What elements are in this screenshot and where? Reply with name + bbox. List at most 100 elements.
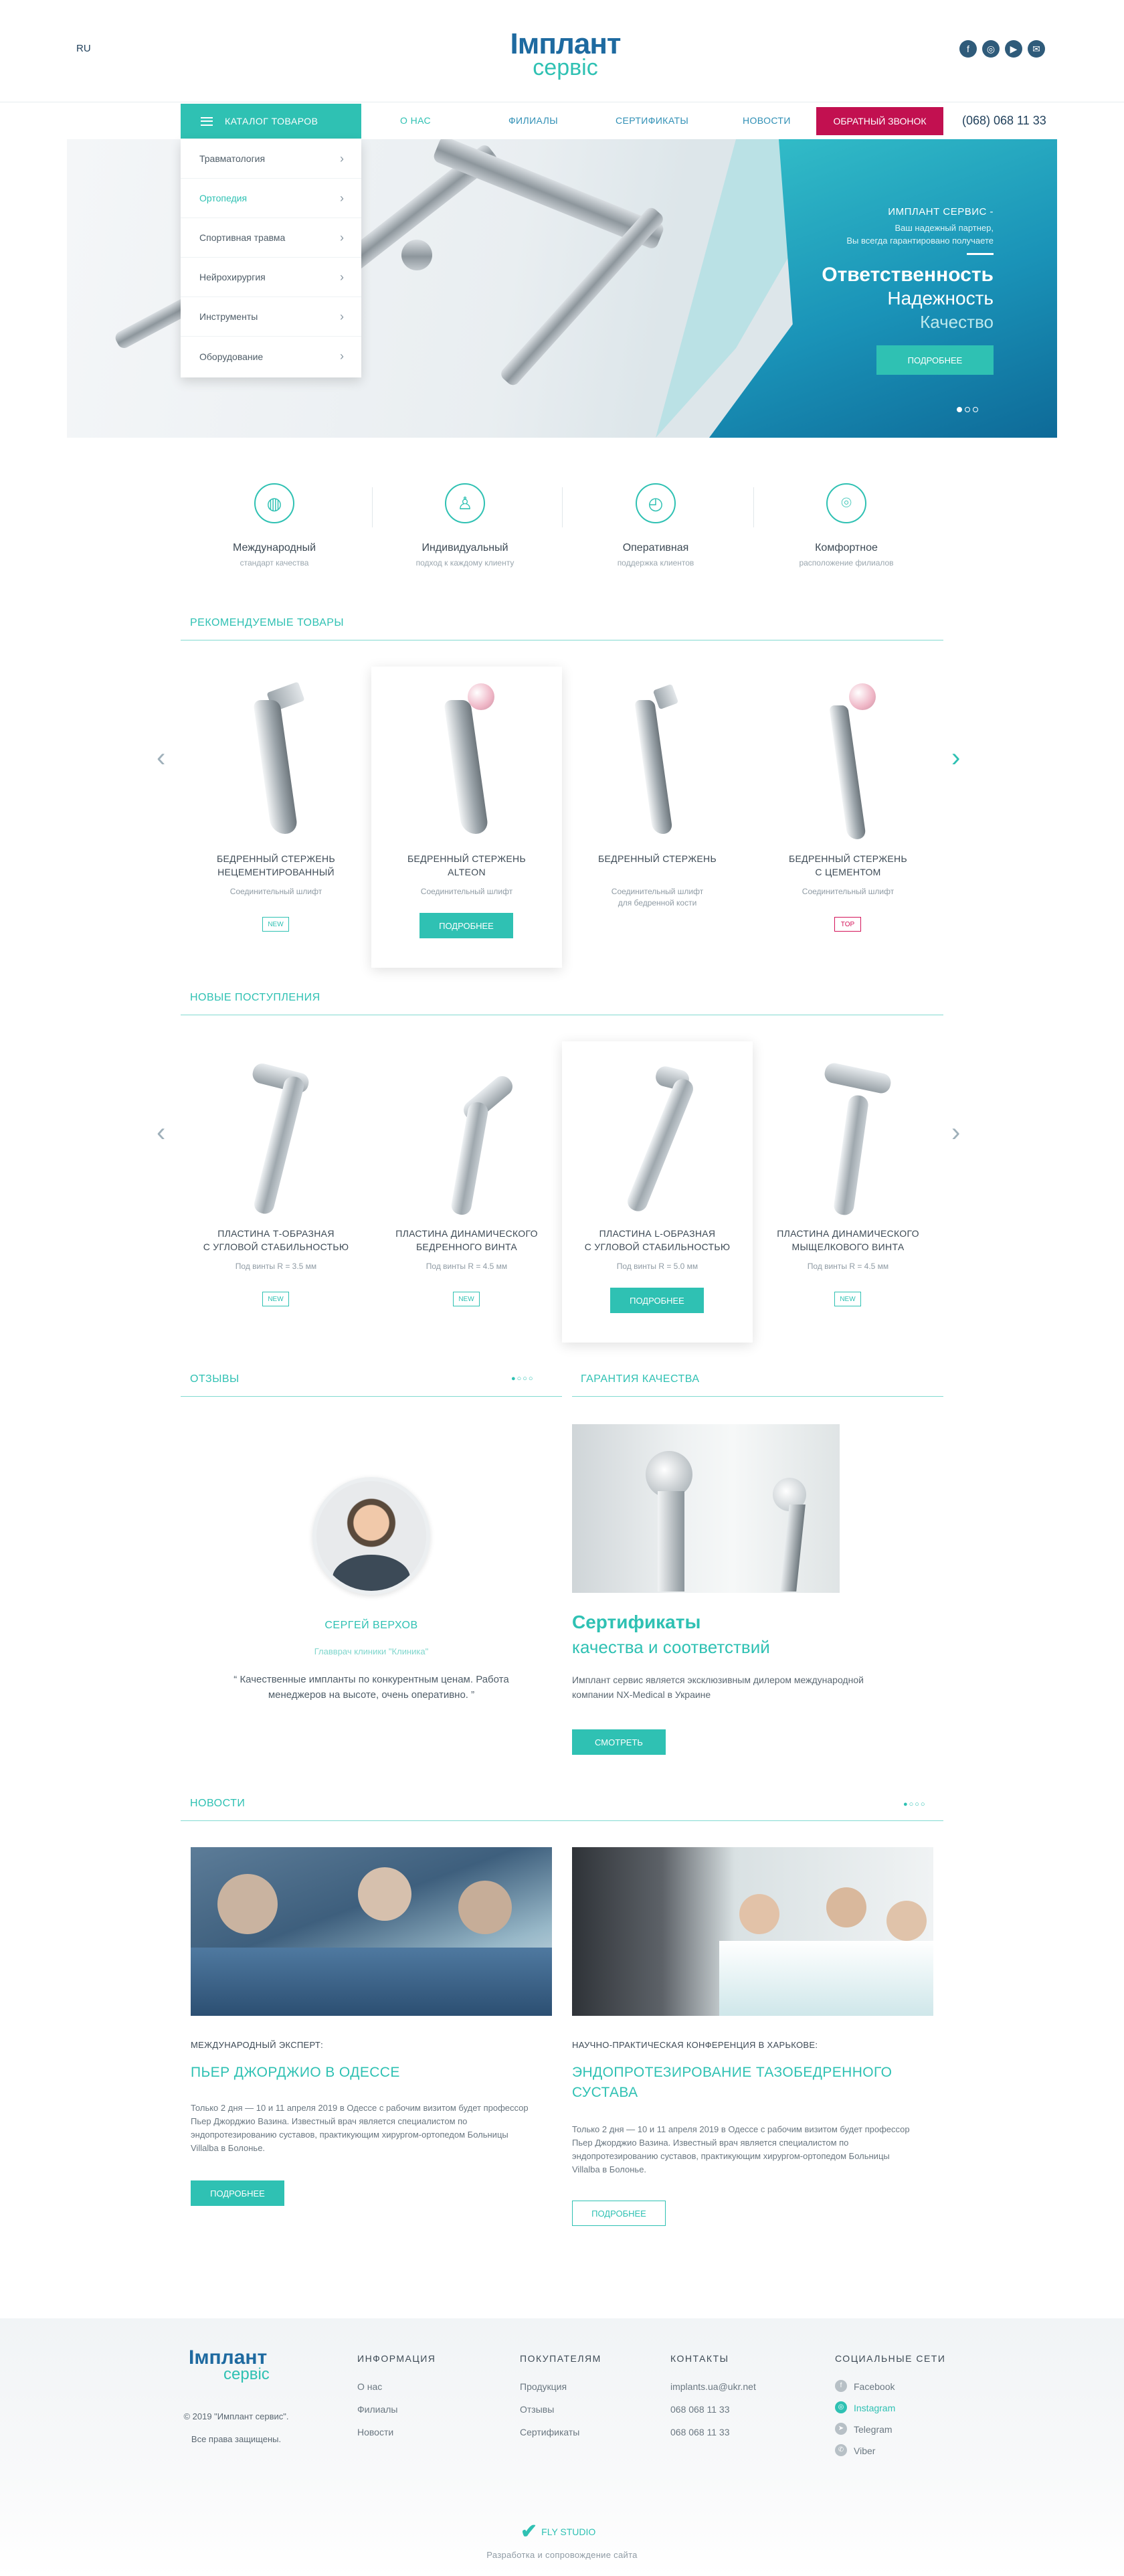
footer-phone[interactable]: 068 068 11 33 [670,2404,730,2415]
feature-subtitle: подход к каждому клиенту [415,558,514,568]
product-name-line1: ПЛАСТИНА Т-ОБРАЗНАЯ [217,1228,335,1239]
footer-social-viber[interactable]: Viber [854,2445,875,2456]
carousel-next-arrow[interactable]: › [951,743,960,773]
email-icon[interactable]: ✉ [1028,40,1045,58]
product-image [433,1061,517,1217]
youtube-icon[interactable]: ▶ [1005,40,1022,58]
catalog-item-traumatology[interactable]: Травматология › [181,139,361,179]
language-switch[interactable]: RU [76,43,91,54]
catalog-item-label: Инструменты [199,311,258,322]
nav-branches[interactable]: ФИЛИАЛЫ [508,115,558,126]
product-card[interactable]: ПЛАСТИНА ДИНАМИЧЕСКОГО БЕДРЕННОГО ВИНТА П… [371,1041,562,1343]
product-card[interactable]: БЕДРЕННЫЙ СТЕРЖЕНЬ НЕЦЕМЕНТИРОВАННЫЙ Соед… [181,667,371,968]
product-more-button[interactable]: ПОДРОБНЕЕ [419,913,513,938]
product-card[interactable]: БЕДРЕННЫЙ СТЕРЖЕНЬ С ЦЕМЕНТОМ Соединитель… [753,667,943,968]
product-card[interactable]: ПЛАСТИНА ДИНАМИЧЕСКОГО МЫЩЕЛКОВОГО ВИНТА … [753,1041,943,1343]
footer-social-instagram[interactable]: Instagram [854,2403,895,2413]
news-pager[interactable]: ●○○○ [903,1800,927,1808]
guarantee-title: ГАРАНТИЯ КАЧЕСТВА [581,1373,700,1385]
product-image [814,683,881,841]
view-certificates-button[interactable]: СМОТРЕТЬ [572,1729,666,1755]
slider-dot-active[interactable] [957,407,962,412]
news-headline[interactable]: ЭНДОПРОТЕЗИРОВАНИЕ ТАЗОБЕДРЕННОГО СУСТАВ… [572,2063,920,2103]
footer-link-about[interactable]: О нас [357,2381,382,2392]
catalog-label: КАТАЛОГ ТОВАРОВ [225,116,318,126]
catalog-item-sport-injury[interactable]: Спортивная травма › [181,218,361,258]
catalog-item-label: Нейрохирургия [199,272,266,282]
new-badge: NEW [453,1292,480,1306]
product-name: ПЛАСТИНА ДИНАМИЧЕСКОГО БЕДРЕННОГО ВИНТА [371,1227,562,1254]
product-image [814,1061,893,1217]
feature-location: ⌾ Комфортное расположение филиалов [753,483,940,568]
footer-link-reviews[interactable]: Отзывы [520,2404,554,2415]
footer-link-products[interactable]: Продукция [520,2381,567,2392]
footer-email[interactable]: implants.ua@ukr.net [670,2381,756,2392]
catalog-item-orthopedics[interactable]: Ортопедия › [181,179,361,218]
facebook-icon[interactable]: f [959,40,977,58]
user-icon: ♙ [445,483,485,523]
hero-more-button[interactable]: ПОДРОБНЕЕ [876,345,994,375]
footer-social-telegram[interactable]: Telegram [854,2424,893,2435]
logo[interactable]: Імплант сервіс [508,29,622,80]
new-badge: NEW [262,1292,289,1306]
footer-phone[interactable]: 068 068 11 33 [670,2427,730,2437]
chevron-right-icon: › [340,349,344,363]
hero-subtitle-line2: Вы всегда гарантировано получаете [846,235,994,246]
certificates-heading: Сертификаты [572,1612,701,1632]
product-subtitle: Под винты R = 5.0 мм [616,1262,698,1271]
product-name: БЕДРЕННЫЙ СТЕРЖЕНЬ ALTEON [371,853,562,879]
reviews-pager[interactable]: ●○○○ [511,1375,535,1383]
catalog-item-equipment[interactable]: Оборудование › [181,337,361,376]
hero-heading: Ответственность [822,264,994,286]
product-more-button[interactable]: ПОДРОБНЕЕ [610,1288,704,1313]
news-image-conference[interactable] [572,1847,933,2016]
product-name-line1: БЕДРЕННЫЙ СТЕРЖЕНЬ [789,853,907,864]
slider-dot[interactable] [973,407,978,412]
carousel-prev-arrow[interactable]: ‹ [157,1118,165,1148]
instagram-icon[interactable]: ◎ [982,40,1000,58]
hero-divider [967,253,994,255]
product-subtitle-line2: для бедренной кости [618,897,697,908]
catalog-item-tools[interactable]: Инструменты › [181,297,361,337]
news-image-surgery[interactable] [191,1847,552,2016]
catalog-item-label: Ортопедия [199,193,248,203]
footer-link-certificates[interactable]: Сертификаты [520,2427,579,2437]
catalog-item-neurosurgery[interactable]: Нейрохирургия › [181,258,361,297]
callback-button[interactable]: ОБРАТНЫЙ ЗВОНОК [816,107,943,135]
footer-logo[interactable]: Імплант сервіс [189,2348,270,2383]
arrivals-title: НОВЫЕ ПОСТУПЛЕНИЯ [190,992,320,1003]
product-card[interactable]: ПЛАСТИНА Т-ОБРАЗНАЯ С УГЛОВОЙ СТАБИЛЬНОСТ… [181,1041,371,1343]
copyright-line1: © 2019 "Имплант сервис". [183,2411,289,2421]
product-name: БЕДРЕННЫЙ СТЕРЖЕНЬ [562,853,753,866]
studio-logo[interactable]: ✔ FLY STUDIO [521,2522,595,2542]
footer-contacts-heading: КОНТАКТЫ [670,2353,729,2364]
carousel-next-arrow[interactable]: › [951,1118,960,1148]
hero-heading-3: Качество [920,312,994,332]
footer-link-branches[interactable]: Филиалы [357,2404,397,2415]
footer-link-news[interactable]: Новости [357,2427,393,2437]
hero-kicker: ИМПЛАНТ СЕРВИС - [888,206,994,218]
product-card[interactable]: БЕДРЕННЫЙ СТЕРЖЕНЬ ALTEON Соединительный … [371,667,562,968]
slider-dot[interactable] [965,407,970,412]
catalog-button[interactable]: КАТАЛОГ ТОВАРОВ [181,104,361,139]
header-phone[interactable]: (068) 068 11 33 [962,114,1046,128]
location-pin-icon: ⌾ [826,483,866,523]
footer-buyers-heading: ПОКУПАТЕЛЯМ [520,2353,601,2364]
nav-certificates[interactable]: СЕРТИФИКАТЫ [616,115,688,126]
nav-about[interactable]: О НАС [400,115,431,126]
footer-social-facebook[interactable]: Facebook [854,2381,895,2392]
news-headline[interactable]: ПЬЕР ДЖОРДЖИО В ОДЕССЕ [191,2063,539,2083]
carousel-prev-arrow[interactable]: ‹ [157,743,165,773]
product-card[interactable]: БЕДРЕННЫЙ СТЕРЖЕНЬ Соединительный шлифт д… [562,667,753,968]
nav-news[interactable]: НОВОСТИ [743,115,791,126]
certificates-subheading: качества и соответствий [572,1637,770,1657]
news-more-button[interactable]: ПОДРОБНЕЕ [191,2180,284,2206]
news-more-button[interactable]: ПОДРОБНЕЕ [572,2201,666,2226]
product-card[interactable]: ПЛАСТИНА L-ОБРАЗНАЯ С УГЛОВОЙ СТАБИЛЬНОСТ… [562,1041,753,1343]
product-image [624,1061,696,1215]
new-badge: NEW [262,917,289,932]
product-image [624,683,690,841]
product-subtitle: Соединительный шлифт [802,887,895,896]
instrument-image [498,205,666,388]
product-name-line1: ПЛАСТИНА L-ОБРАЗНАЯ [599,1228,716,1239]
